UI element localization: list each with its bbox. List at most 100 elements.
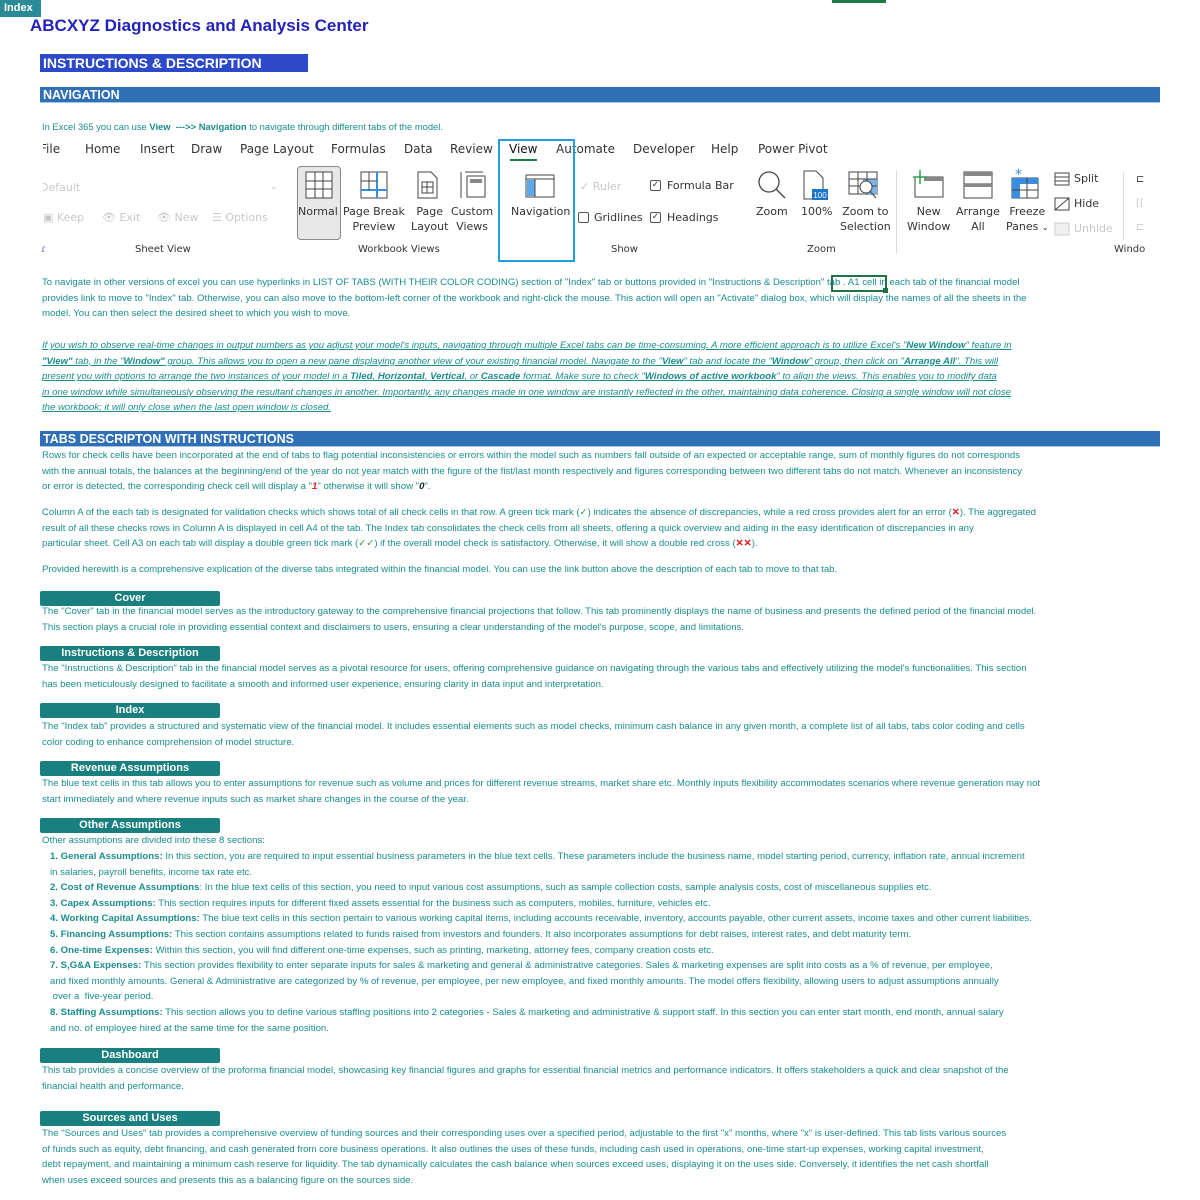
split-button[interactable]: Split <box>1074 171 1098 186</box>
red-cross-icon: ✕ <box>951 507 960 518</box>
ribbon-tab-file[interactable]: File <box>43 142 60 156</box>
ribbon-separator <box>896 170 897 254</box>
list-item: 2. Cost of Revenue Assumptions: In the b… <box>50 882 932 894</box>
headings-checkbox[interactable]: ✓ <box>650 212 661 223</box>
page-break-preview-button[interactable]: Page Break Preview <box>343 204 405 234</box>
ribbon-tab-home[interactable]: Home <box>85 142 120 156</box>
custom-views-icon <box>460 171 486 198</box>
zoom-button[interactable]: Zoom <box>756 204 788 219</box>
dashboard-description: This tab provides a concise overview of … <box>42 1065 1009 1092</box>
zoom-100-button[interactable]: 100% <box>801 204 832 219</box>
ribbon-tab-power-pivot[interactable]: Power Pivot <box>758 142 828 156</box>
fill-handle[interactable] <box>883 288 888 293</box>
index-description: The "Index tab" provides a structured an… <box>42 721 1025 748</box>
new-window-button[interactable]: New Window <box>907 204 950 234</box>
list-item: 4. Working Capital Assumptions: The blue… <box>50 913 1032 925</box>
other-assumptions-tab-button[interactable]: Other Assumptions <box>40 818 220 833</box>
page-layout-icon <box>417 171 438 199</box>
tabs-description-section-bar: TABS DESCRIPTON WITH INSTRUCTIONS <box>40 431 1160 447</box>
chevron-down-icon: ⌄ <box>270 182 278 192</box>
gridlines-checkbox[interactable] <box>578 212 589 223</box>
ribbon-tab-review[interactable]: Review <box>450 142 493 156</box>
instructions-description: The "Instructions & Description" tab in … <box>42 663 1027 690</box>
list-item: 8. Staffing Assumptions: This section al… <box>50 1006 1004 1018</box>
ribbon-separator <box>1123 172 1124 240</box>
options-button[interactable]: ☰ Options <box>212 210 268 225</box>
freeze-panes-button[interactable]: Freeze Panes ⌄ <box>1006 204 1049 235</box>
instructions-heading: INSTRUCTIONS & DESCRIPTION <box>40 54 308 72</box>
excel-ribbon-image: File Home Insert Draw Page Layout Formul… <box>40 136 1150 262</box>
group-label-sheet-view: Sheet View <box>135 244 191 255</box>
revenue-assumptions-tab-button[interactable]: Revenue Assumptions <box>40 761 220 776</box>
new-sheet-view-button[interactable]: 👁 New <box>157 210 198 225</box>
keep-button[interactable]: ▣ Keep <box>43 210 84 225</box>
ribbon-tab-page-layout[interactable]: Page Layout <box>240 142 314 156</box>
formula-bar-checkbox[interactable]: ✓ <box>650 180 661 191</box>
index-link-button[interactable]: Index <box>0 0 41 17</box>
view-side-by-side-icon[interactable]: ⊏ <box>1136 172 1144 187</box>
ribbon-tab-data[interactable]: Data <box>404 142 433 156</box>
cover-description: The "Cover" tab in the financial model s… <box>42 606 1037 633</box>
navigation-intro: In Excel 365 you can use View --->> Navi… <box>42 121 443 132</box>
revenue-assumptions-description: The blue text cells in this tab allows y… <box>42 778 1041 805</box>
zoom-to-selection-button[interactable]: Zoom to Selection <box>840 204 891 234</box>
dashboard-tab-button[interactable]: Dashboard <box>40 1048 220 1063</box>
other-assumptions-description: Other assumptions are divided into these… <box>42 835 265 846</box>
ribbon-tab-formulas[interactable]: Formulas <box>331 142 386 156</box>
navigation-pane-icon <box>525 174 555 198</box>
tabs-intro-paragraph: Provided herewith is a comprehensive exp… <box>42 564 838 575</box>
navigation-button[interactable]: Navigation <box>511 204 570 219</box>
list-item: 3. Capex Assumptions: This section requi… <box>50 897 711 909</box>
eye-icon: 👁 <box>102 211 116 224</box>
ribbon-tab-draw[interactable]: Draw <box>191 142 222 156</box>
ribbon-tab-insert[interactable]: Insert <box>140 142 174 156</box>
formula-bar-label: Formula Bar <box>667 179 734 192</box>
chevron-down-icon: ⌄ <box>1041 223 1049 232</box>
zoom-100-icon-text: 100 <box>813 191 827 200</box>
normal-label: Normal <box>298 205 338 218</box>
instructions-tab-button[interactable]: Instructions & Description <box>40 646 220 661</box>
unhide-icon <box>1054 222 1070 236</box>
zoom-to-selection-icon <box>848 171 878 199</box>
sources-and-uses-description: The "Sources and Uses" tab provides a co… <box>42 1128 1007 1186</box>
reset-window-icon: ⊏ <box>1136 222 1145 233</box>
other-assumptions-list: 1. General Assumptions: In this section,… <box>50 849 1140 1036</box>
validation-checks-paragraph: Column A of the each tab is designated f… <box>42 507 1036 550</box>
list-item: 6. One-time Expenses: Within this sectio… <box>50 944 714 956</box>
eye-plus-icon: 👁 <box>157 211 171 224</box>
check-cells-paragraph: Rows for check cells have been incorpora… <box>42 450 1023 493</box>
arrange-all-button[interactable]: Arrange All <box>956 204 1000 234</box>
list-icon: ☰ <box>212 211 222 224</box>
zoom-magnifier-icon <box>758 171 786 199</box>
ruler-checkbox[interactable]: ✓ Ruler <box>580 179 621 194</box>
exit-button[interactable]: 👁 Exit <box>102 210 140 225</box>
double-red-cross-icon: ✕✕ <box>735 538 752 550</box>
group-label-show: Show <box>611 244 638 255</box>
new-window-tip-link[interactable]: If you wish to observe real-time changes… <box>42 338 1142 416</box>
sources-and-uses-tab-button[interactable]: Sources and Uses <box>40 1111 220 1126</box>
active-cell-column-marker <box>832 0 886 3</box>
page-layout-button[interactable]: Page Layout <box>411 204 448 234</box>
page-break-icon <box>360 171 388 199</box>
index-tab-button[interactable]: Index <box>40 703 220 718</box>
company-title: ABCXYZ Diagnostics and Analysis Center <box>30 16 369 35</box>
green-tick-icon: ✓ <box>579 507 588 518</box>
headings-label: Headings <box>667 211 719 224</box>
custom-views-button[interactable]: Custom Views <box>451 204 493 234</box>
save-icon: ▣ <box>43 211 54 224</box>
ribbon-edge-mark: ɾ <box>41 244 47 255</box>
svg-text:*: * <box>1015 168 1022 183</box>
selected-cell[interactable] <box>831 275 887 292</box>
synchronous-scroll-icon: [[ <box>1136 198 1144 209</box>
navigation-section-bar: NAVIGATION <box>40 87 1160 103</box>
view-navigation-highlight-box <box>498 139 575 262</box>
hide-button[interactable]: Hide <box>1074 196 1099 211</box>
sheet-view-dropdown[interactable]: Default <box>43 180 80 195</box>
ribbon-tab-developer[interactable]: Developer <box>633 142 695 156</box>
unhide-button[interactable]: Unhide <box>1074 221 1113 236</box>
ribbon-tab-help[interactable]: Help <box>711 142 738 156</box>
group-label-zoom: Zoom <box>807 244 836 255</box>
normal-grid-icon <box>305 171 333 199</box>
list-item: 5. Financing Assumptions: This section c… <box>50 928 912 940</box>
list-item: 7. S,G&A Expenses: This section provides… <box>50 960 993 972</box>
